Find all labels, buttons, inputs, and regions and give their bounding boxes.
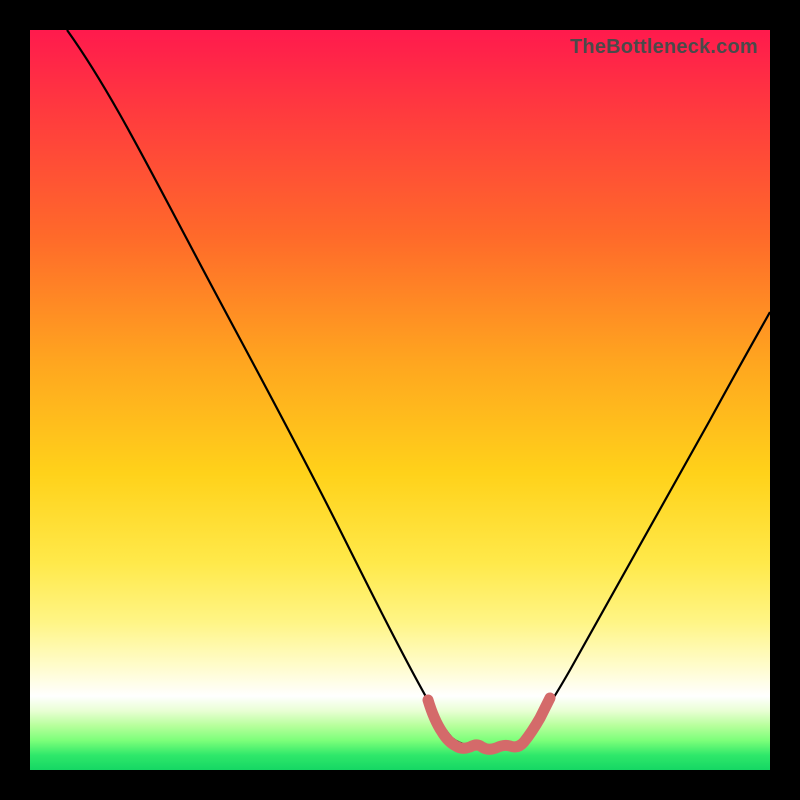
bottleneck-curve <box>30 30 770 770</box>
curve-path <box>67 30 770 748</box>
plot-area: TheBottleneck.com <box>30 30 770 770</box>
watermark-label: TheBottleneck.com <box>570 36 758 59</box>
chart-frame: TheBottleneck.com <box>0 0 800 800</box>
curve-valley-highlight <box>428 698 550 749</box>
